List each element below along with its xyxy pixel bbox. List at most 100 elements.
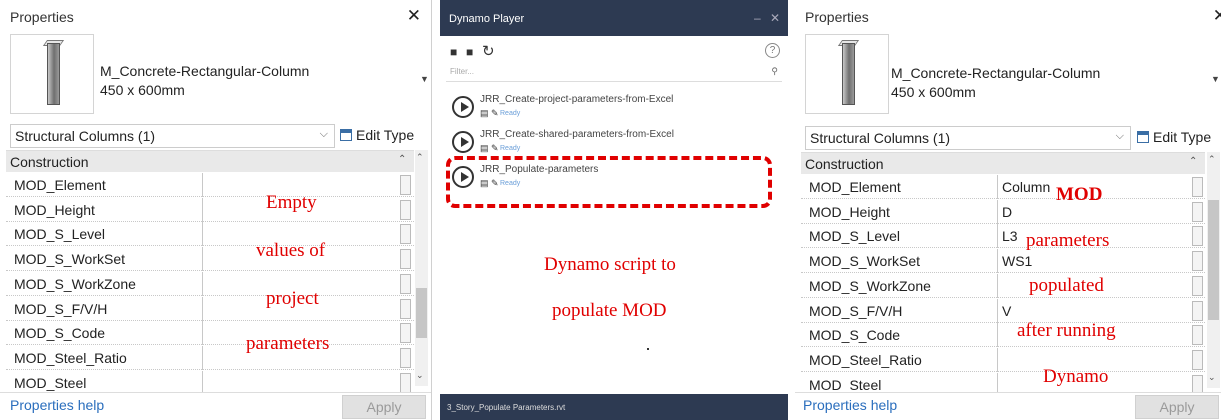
parameter-name: MOD_S_WorkSet — [14, 251, 125, 268]
scroll-down-icon[interactable]: ⌄ — [1208, 372, 1216, 383]
type-size[interactable]: 450 x 600mm — [891, 83, 976, 102]
table-row: MOD_S_Level L3 — [801, 224, 1205, 249]
properties-help-link[interactable]: Properties help — [10, 397, 104, 413]
edit-type-icon — [1137, 131, 1149, 143]
parameter-name: MOD_S_Level — [14, 226, 106, 243]
parameter-browse-button[interactable] — [1192, 349, 1203, 370]
table-row: MOD_Height D — [801, 199, 1205, 224]
annotation-right-2: parameters — [1026, 230, 1110, 251]
panel-footer: Properties help Apply — [795, 392, 1221, 420]
table-row: MOD_S_F/V/H — [6, 296, 414, 321]
table-row: MOD_Element Column — [801, 175, 1205, 199]
parameter-browse-button[interactable] — [400, 298, 411, 319]
properties-help-link[interactable]: Properties help — [803, 397, 897, 413]
help-icon[interactable]: ? — [765, 43, 780, 58]
close-icon[interactable]: ✕ — [1213, 6, 1221, 26]
parameter-browse-button[interactable] — [400, 323, 411, 344]
parameter-browse-button[interactable] — [1192, 300, 1203, 321]
table-row: MOD_S_WorkZone — [801, 273, 1205, 298]
apply-button[interactable]: Apply — [1135, 395, 1219, 419]
script-status: Ready — [500, 110, 521, 117]
scroll-up-icon[interactable]: ⌃ — [1208, 154, 1216, 165]
collapse-icon[interactable]: ⌃ — [1189, 156, 1197, 167]
annotation-middle-2: populate MOD — [552, 300, 667, 321]
parameter-browse-button[interactable] — [400, 372, 411, 393]
parameter-value-field[interactable]: WS1 — [997, 249, 1190, 274]
parameter-browse-button[interactable] — [1192, 201, 1203, 222]
type-name[interactable]: M_Concrete-Rectangular-Column — [100, 62, 309, 81]
refresh-icon[interactable]: ↻ — [482, 42, 495, 60]
open-folder-icon[interactable]: ■ — [466, 45, 473, 59]
scrollbar[interactable]: ⌃ ⌄ — [415, 150, 428, 386]
parameter-browse-button[interactable] — [1192, 325, 1203, 346]
play-button-icon[interactable] — [452, 96, 474, 118]
script-edit-icon[interactable]: ▤ ✎ — [480, 143, 499, 154]
play-button-icon[interactable] — [452, 131, 474, 153]
parameter-browse-button[interactable] — [400, 273, 411, 294]
parameter-name: MOD_Height — [14, 201, 95, 218]
panel-title: Properties — [10, 9, 74, 25]
edit-type-button[interactable]: Edit Type — [1137, 129, 1211, 145]
parameter-value-field[interactable]: V — [997, 298, 1190, 323]
category-row: Structural Columns (1) ⌵ Edit Type — [0, 124, 431, 148]
table-row: MOD_S_Code — [801, 323, 1205, 348]
parameter-name: MOD_Element — [14, 177, 106, 193]
close-icon[interactable]: ✕ — [770, 11, 780, 25]
script-edit-icon[interactable]: ▤ ✎ — [480, 108, 499, 119]
annotation-right-1: MOD — [1056, 184, 1103, 205]
column-icon — [47, 43, 60, 105]
parameter-browse-button[interactable] — [400, 224, 411, 245]
group-header-construction[interactable]: Construction ⌃ — [801, 152, 1205, 174]
parameter-browse-button[interactable] — [400, 249, 411, 270]
category-select[interactable]: Structural Columns (1) ⌵ — [805, 126, 1131, 150]
type-name[interactable]: M_Concrete-Rectangular-Column — [891, 64, 1100, 83]
script-item[interactable]: JRR_Create-project-parameters-from-Excel… — [452, 92, 772, 132]
table-row: MOD_S_WorkZone — [6, 271, 414, 296]
table-row: MOD_S_F/V/H V — [801, 298, 1205, 323]
parameter-browse-button[interactable] — [400, 199, 411, 220]
edit-type-button[interactable]: Edit Type — [340, 127, 414, 143]
scroll-thumb[interactable] — [416, 288, 427, 338]
close-icon[interactable]: ✕ — [407, 6, 421, 26]
scrollbar[interactable]: ⌃ ⌄ — [1207, 152, 1220, 388]
scroll-up-icon[interactable]: ⌃ — [416, 152, 424, 163]
script-name: JRR_Create-shared-parameters-from-Excel — [480, 129, 674, 140]
panel-footer: Properties help Apply — [0, 392, 431, 420]
column-icon — [842, 43, 855, 105]
dynamo-header: Dynamo Player – ✕ — [440, 0, 788, 36]
parameter-name: MOD_S_F/V/H — [809, 302, 903, 319]
group-header-construction[interactable]: Construction ⌃ — [6, 150, 414, 172]
parameter-browse-button[interactable] — [400, 175, 411, 195]
minimize-icon[interactable]: – — [754, 11, 761, 25]
group-label: Construction — [805, 156, 884, 172]
folder-icon[interactable]: ■ — [450, 45, 457, 59]
type-dropdown-icon[interactable]: ▼ — [1211, 74, 1220, 84]
type-size[interactable]: 450 x 600mm — [100, 81, 185, 100]
filter-input[interactable]: Filter... ⚲ — [446, 64, 782, 82]
scroll-down-icon[interactable]: ⌄ — [416, 370, 424, 381]
parameter-browse-button[interactable] — [400, 347, 411, 368]
collapse-icon[interactable]: ⌃ — [398, 154, 406, 165]
parameter-browse-button[interactable] — [1192, 275, 1203, 296]
parameter-value-field[interactable] — [202, 370, 398, 395]
table-row: MOD_S_Code — [6, 321, 414, 346]
table-row: MOD_Steel_Ratio — [801, 347, 1205, 372]
chevron-down-icon: ⌵ — [319, 128, 328, 140]
highlight-dashed-box — [446, 156, 772, 208]
table-row: MOD_Steel — [6, 370, 414, 395]
apply-button[interactable]: Apply — [342, 395, 426, 419]
dynamo-player-panel: Dynamo Player – ✕ ■ ■ ↻ ? Filter... ⚲ JR… — [440, 0, 788, 420]
parameter-browse-button[interactable] — [1192, 251, 1203, 272]
parameter-name: MOD_S_WorkZone — [809, 277, 931, 294]
category-select[interactable]: Structural Columns (1) ⌵ — [10, 124, 335, 148]
scroll-thumb[interactable] — [1208, 200, 1219, 320]
parameter-name: MOD_S_Code — [14, 325, 106, 342]
properties-panel-before: Properties ✕ M_Concrete-Rectangular-Colu… — [0, 0, 432, 420]
parameter-name: MOD_S_WorkZone — [14, 275, 136, 292]
category-label: Structural Columns (1) — [810, 130, 951, 146]
parameter-name: MOD_Steel — [809, 376, 882, 393]
type-dropdown-icon[interactable]: ▼ — [420, 74, 429, 84]
table-row: MOD_S_Level — [6, 222, 414, 247]
parameter-browse-button[interactable] — [1192, 226, 1203, 247]
parameter-browse-button[interactable] — [1192, 177, 1203, 197]
